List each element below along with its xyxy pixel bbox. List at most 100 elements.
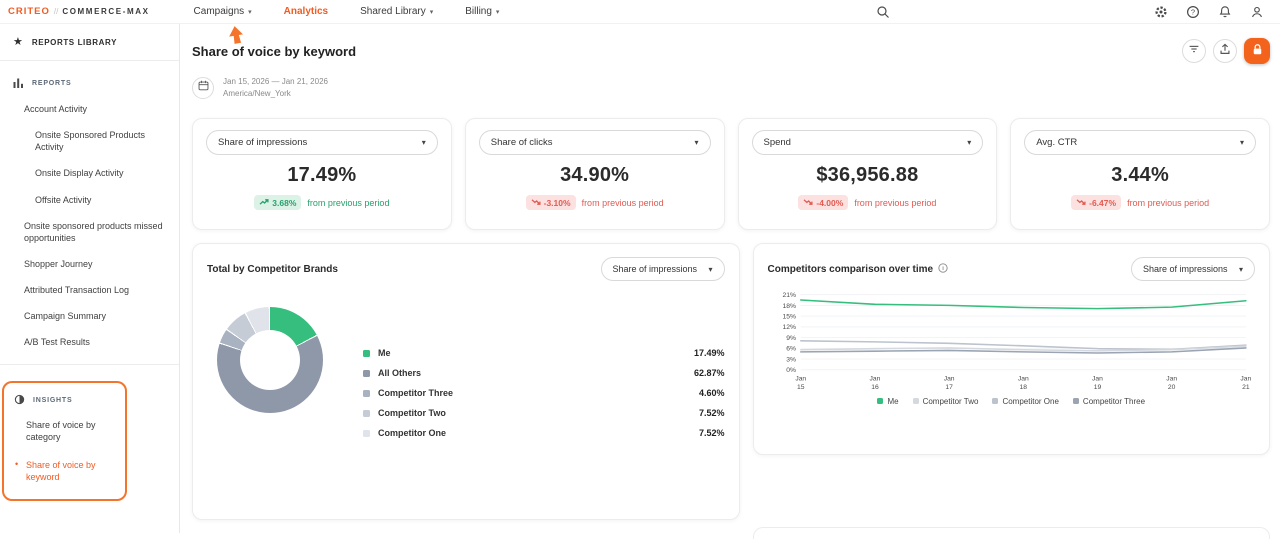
line-metric-dropdown[interactable]: Share of impressions ▾ bbox=[1131, 257, 1255, 281]
calendar-button[interactable] bbox=[192, 77, 214, 99]
info-icon[interactable]: i bbox=[938, 263, 948, 276]
kpi-metric-dropdown[interactable]: Avg. CTR ▾ bbox=[1024, 130, 1256, 155]
delta-value: -6.47% bbox=[1089, 198, 1116, 208]
chevron-down-icon: ▾ bbox=[248, 8, 252, 16]
chevron-down-icon: ▾ bbox=[422, 138, 426, 147]
line-card-title: Competitors comparison over time bbox=[768, 264, 934, 275]
chevron-down-icon: ▾ bbox=[967, 138, 971, 147]
sidebar-item-attributed-transaction-log[interactable]: Attributed Transaction Log bbox=[0, 277, 179, 303]
legend-item-competitor-one[interactable]: Competitor One bbox=[992, 397, 1058, 406]
svg-text:3%: 3% bbox=[786, 356, 796, 363]
main-nav: Campaigns ▾ Analytics ▾ Shared Library ▾… bbox=[194, 6, 500, 17]
kpi-metric-dropdown[interactable]: Spend ▾ bbox=[752, 130, 984, 155]
legend-swatch bbox=[363, 390, 370, 397]
legend-row: Competitor One 7.52% bbox=[363, 423, 725, 443]
sidebar-item-onsite-display-activity[interactable]: Onsite Display Activity bbox=[0, 160, 179, 186]
insights-section-header: INSIGHTS bbox=[4, 385, 125, 411]
sidebar-item-campaign-summary[interactable]: Campaign Summary bbox=[0, 303, 179, 329]
nav-analytics[interactable]: Analytics ▾ bbox=[284, 6, 328, 17]
sidebar-item-missed-opportunities[interactable]: Onsite sponsored products missed opportu… bbox=[0, 213, 179, 251]
sidebar-item-ab-test-results[interactable]: A/B Test Results bbox=[0, 329, 179, 355]
legend-item-competitor-two[interactable]: Competitor Two bbox=[913, 397, 979, 406]
reports-library-header[interactable]: ★ REPORTS LIBRARY bbox=[0, 24, 179, 61]
kpi-value: 17.49% bbox=[206, 164, 438, 187]
sidebar-item-shopper-journey[interactable]: Shopper Journey bbox=[0, 251, 179, 277]
sidebar-item-account-activity[interactable]: Account Activity bbox=[0, 96, 179, 122]
delta-note: from previous period bbox=[307, 198, 389, 208]
legend-item-competitor-three[interactable]: Competitor Three bbox=[1073, 397, 1145, 406]
kpi-metric-dropdown[interactable]: Share of impressions ▾ bbox=[206, 130, 438, 155]
svg-text:18: 18 bbox=[1019, 384, 1027, 391]
nav-campaigns[interactable]: Campaigns ▾ bbox=[194, 6, 252, 17]
kpi-metric-dropdown[interactable]: Share of clicks ▾ bbox=[479, 130, 711, 155]
trend-icon bbox=[1076, 198, 1086, 208]
legend-label: Me bbox=[378, 348, 391, 358]
export-button[interactable] bbox=[1213, 39, 1237, 63]
chevron-down-icon: ▾ bbox=[430, 8, 434, 16]
criteo-logo[interactable]: CRITEO // COMMERCE-MAX bbox=[8, 6, 150, 17]
kpi-delta: 3.68% from previous period bbox=[206, 195, 438, 210]
delta-value: -4.00% bbox=[816, 198, 843, 208]
legend-item-me[interactable]: Me bbox=[877, 397, 898, 406]
gear-icon[interactable] bbox=[1154, 5, 1168, 19]
legend-swatch bbox=[363, 430, 370, 437]
sidebar-divider bbox=[0, 364, 179, 365]
svg-text:i: i bbox=[942, 266, 944, 272]
delta-value: -3.10% bbox=[544, 198, 571, 208]
kpi-delta: -6.47% from previous period bbox=[1024, 195, 1256, 210]
delta-badge: -6.47% bbox=[1071, 195, 1121, 210]
chevron-down-icon: ▾ bbox=[708, 265, 712, 274]
trend-icon bbox=[803, 198, 813, 208]
donut-card-title: Total by Competitor Brands bbox=[207, 264, 338, 275]
nav-label: Shared Library bbox=[360, 6, 426, 17]
svg-text:15%: 15% bbox=[782, 314, 795, 321]
svg-text:Jan: Jan bbox=[1240, 375, 1251, 382]
nav-shared-library[interactable]: Shared Library ▾ bbox=[360, 6, 433, 17]
svg-text:20: 20 bbox=[1167, 384, 1175, 391]
help-icon[interactable]: ? bbox=[1186, 5, 1200, 19]
svg-text:19: 19 bbox=[1093, 384, 1101, 391]
legend-value: 4.60% bbox=[699, 388, 725, 398]
chevron-down-icon: ▾ bbox=[1239, 265, 1243, 274]
competitor-brands-card: Total by Competitor Brands Share of impr… bbox=[192, 243, 740, 520]
delta-note: from previous period bbox=[582, 198, 664, 208]
next-card-peek bbox=[753, 527, 1271, 539]
chevron-down-icon: ▾ bbox=[694, 138, 698, 147]
nav-icon-group: ? bbox=[1154, 5, 1264, 19]
svg-text:Jan: Jan bbox=[943, 375, 954, 382]
svg-text:18%: 18% bbox=[782, 303, 795, 310]
legend-label: Competitor Three bbox=[378, 388, 453, 398]
donut-metric-dropdown[interactable]: Share of impressions ▾ bbox=[601, 257, 725, 281]
kpi-metric-label: Share of clicks bbox=[491, 137, 553, 148]
kpi-card-share-of-clicks: Share of clicks ▾ 34.90% -3.10% from pre… bbox=[465, 118, 725, 230]
sidebar-item-share-of-voice-by-keyword[interactable]: Share of voice by keyword bbox=[4, 451, 125, 491]
svg-text:16: 16 bbox=[871, 384, 879, 391]
legend-swatch bbox=[913, 398, 919, 404]
sidebar-item-share-of-voice-by-category[interactable]: Share of voice by category bbox=[4, 411, 125, 451]
kpi-value: 34.90% bbox=[479, 164, 711, 187]
legend-label: Competitor Three bbox=[1083, 397, 1145, 406]
account-icon[interactable] bbox=[1250, 5, 1264, 19]
search-icon[interactable] bbox=[876, 5, 890, 24]
insights-icon bbox=[14, 394, 25, 407]
nav-billing[interactable]: Billing ▾ bbox=[465, 6, 499, 17]
sidebar-item-onsite-sponsored-products-activity[interactable]: Onsite Sponsored Products Activity bbox=[0, 122, 179, 160]
sidebar-item-offsite-activity[interactable]: Offsite Activity bbox=[0, 187, 179, 213]
export-icon bbox=[1218, 42, 1232, 61]
bell-icon[interactable] bbox=[1218, 5, 1232, 19]
save-button[interactable] bbox=[1244, 38, 1270, 64]
svg-text:6%: 6% bbox=[786, 346, 796, 353]
legend-label: Competitor Two bbox=[923, 397, 979, 406]
reports-sidebar: ★ REPORTS LIBRARY REPORTS Account Activi… bbox=[0, 24, 180, 533]
kpi-metric-label: Share of impressions bbox=[218, 137, 307, 148]
legend-swatch bbox=[363, 350, 370, 357]
date-range: Jan 15, 2026 — Jan 21, 2026 bbox=[223, 76, 328, 88]
svg-text:Jan: Jan bbox=[1017, 375, 1028, 382]
nav-label: Billing bbox=[465, 6, 492, 17]
filter-button[interactable] bbox=[1182, 39, 1206, 63]
chevron-down-icon: ▾ bbox=[1240, 138, 1244, 147]
kpi-card-spend: Spend ▾ $36,956.88 -4.00% from previous … bbox=[738, 118, 998, 230]
legend-label: Competitor One bbox=[378, 428, 446, 438]
timezone: America/New_York bbox=[223, 88, 328, 100]
reports-section-header: REPORTS bbox=[0, 61, 179, 96]
